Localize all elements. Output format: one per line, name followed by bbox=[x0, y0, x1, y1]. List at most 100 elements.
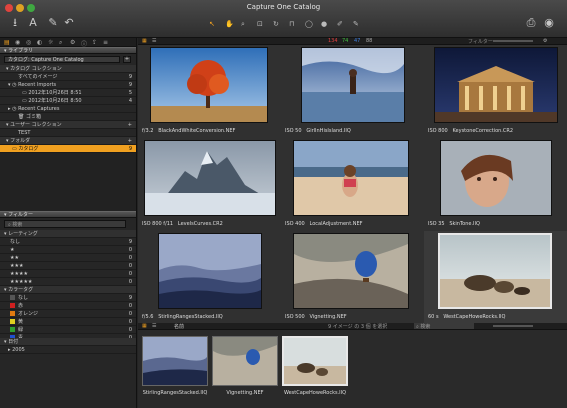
filmstrip-view-icon[interactable]: ▦ bbox=[142, 323, 147, 329]
image-cell-selected[interactable]: 60 s WestCapeHoweRocks.IIQ bbox=[424, 231, 567, 324]
clock-icon: ◷ bbox=[12, 82, 17, 88]
thumbnail-balloon[interactable] bbox=[293, 233, 409, 309]
colortag-row[interactable]: 緑0 bbox=[0, 326, 136, 334]
catalog-add-button[interactable]: + bbox=[123, 56, 131, 63]
add-collection-icon[interactable]: + bbox=[128, 121, 132, 128]
image-cell[interactable]: f/3.2 BlackAndWhiteConversion.NEF bbox=[138, 45, 281, 138]
select-tool-icon[interactable]: ↖ bbox=[209, 19, 215, 29]
undo-icon[interactable]: ↶ bbox=[62, 16, 76, 30]
thumb-size-slider[interactable] bbox=[493, 40, 533, 42]
metadata-tab-icon[interactable]: ⓘ bbox=[81, 39, 87, 48]
thumbnail-mountains[interactable] bbox=[144, 140, 276, 216]
details-tab-icon[interactable]: ⌕ bbox=[59, 39, 62, 47]
user-collection-header[interactable]: ▾ ユーザー コレクション + bbox=[0, 121, 136, 129]
mask-tool-icon[interactable]: ● bbox=[321, 19, 327, 29]
rating-header-label: レーティング bbox=[8, 231, 38, 237]
thumbnail-skin-tone[interactable] bbox=[440, 140, 552, 216]
image-cell[interactable]: ISO 800 KeystoneCorrection.CR2 bbox=[424, 45, 567, 138]
brush-icon[interactable]: ✎ bbox=[46, 16, 60, 30]
filters-header[interactable]: ▾ フィルター bbox=[0, 211, 136, 218]
text-icon[interactable]: A bbox=[26, 16, 40, 30]
rating-label: ★★ bbox=[10, 255, 19, 261]
rating-row[interactable]: ★★★ 0 bbox=[0, 262, 136, 270]
image-browser: f/3.2 BlackAndWhiteConversion.NEF ISO 50… bbox=[138, 45, 567, 324]
image-cell[interactable]: f/5.6 StirlingRangesStacked.IIQ bbox=[138, 231, 281, 324]
thumbnail-tree[interactable] bbox=[150, 47, 268, 123]
date-header[interactable]: ▾ 日付 bbox=[0, 338, 136, 346]
empty-library-space bbox=[0, 153, 136, 211]
keystone-tool-icon[interactable]: ⊓ bbox=[289, 19, 294, 29]
spot-tool-icon[interactable]: ◯ bbox=[305, 19, 313, 29]
picker-tool-icon[interactable]: ✐ bbox=[337, 19, 343, 29]
recent-imports-row[interactable]: ▾ ◷ Recent Imports 9 bbox=[0, 81, 136, 89]
exposure-tab-icon[interactable]: ☼ bbox=[48, 39, 53, 46]
thumbnail-beach-girl[interactable] bbox=[293, 140, 409, 216]
grid-view-icon[interactable]: ▦ bbox=[142, 38, 147, 44]
import-row-1[interactable]: ▭ 2012年10月26日 8:51 5 bbox=[0, 89, 136, 97]
colortag-row[interactable]: 黄0 bbox=[0, 318, 136, 326]
browser-search-input[interactable]: ⌕ 検索 bbox=[414, 323, 474, 330]
sort-select[interactable]: 名前 bbox=[174, 323, 184, 330]
rating-row[interactable]: ★★★★ 0 bbox=[0, 270, 136, 278]
camera-icon[interactable]: ◉ bbox=[542, 16, 556, 30]
lens-tab-icon[interactable]: ◎ bbox=[26, 39, 31, 46]
rating-row[interactable]: なし 9 bbox=[0, 238, 136, 246]
pan-tool-icon[interactable]: ✋ bbox=[225, 19, 234, 29]
filmstrip-thumb-selected[interactable] bbox=[282, 336, 348, 386]
rating-header[interactable]: ▾ レーティング bbox=[0, 230, 136, 238]
thumbnail-stirling-ranges[interactable] bbox=[158, 233, 262, 309]
image-cell[interactable]: ISO 500 Vignetting.NEF bbox=[281, 231, 424, 324]
color-tab-icon[interactable]: ◐ bbox=[37, 39, 42, 46]
print-icon[interactable]: ⎙ bbox=[524, 16, 538, 30]
image-cell[interactable]: ISO 50 GirlInHisIsland.IIQ bbox=[281, 45, 424, 138]
filter-search-input[interactable]: ⌕ 検索 bbox=[4, 220, 126, 228]
rating-count: 0 bbox=[128, 255, 132, 261]
rating-row[interactable]: ★★★★★ 0 bbox=[0, 278, 136, 286]
filmstrip-thumb[interactable] bbox=[212, 336, 278, 386]
batch-tab-icon[interactable]: ≡ bbox=[103, 39, 108, 46]
colortag-header[interactable]: ▾ カラータグ bbox=[0, 286, 136, 294]
catalog-collection-header[interactable]: ▾ カタログ コレクション bbox=[0, 65, 136, 73]
library-header[interactable]: ▾ ライブラリ bbox=[0, 47, 136, 54]
recent-captures-row[interactable]: ▸ ◷ Recent Captures bbox=[0, 105, 136, 113]
colortag-count: 0 bbox=[128, 327, 132, 333]
test-collection-row[interactable]: TEST bbox=[0, 129, 136, 137]
output-tab-icon[interactable]: ⇪ bbox=[92, 39, 97, 46]
image-cell[interactable]: ISO 800 f/11 LevelsCurves.CR2 bbox=[138, 138, 281, 231]
annotate-tool-icon[interactable]: ✎ bbox=[353, 19, 359, 29]
adjust-tab-icon[interactable]: ⚙ bbox=[70, 39, 75, 46]
year-row[interactable]: ▸ 2005 bbox=[0, 346, 136, 354]
folders-header[interactable]: ▾ フォルダ + bbox=[0, 137, 136, 145]
colortag-row[interactable]: 赤0 bbox=[0, 302, 136, 310]
image-cell[interactable]: ISO 35 SkinTone.IIQ bbox=[424, 138, 567, 231]
rotate-tool-icon[interactable]: ↻ bbox=[273, 19, 279, 29]
trash-row[interactable]: 🗑 ゴミ箱 bbox=[0, 113, 136, 121]
browser-settings-icon[interactable]: ⚙ bbox=[543, 38, 547, 44]
filmstrip-thumb[interactable] bbox=[142, 336, 208, 386]
catalog-folder-row[interactable]: ▭ カタログ 9 bbox=[0, 145, 136, 153]
capture-tab-icon[interactable]: ◉ bbox=[15, 39, 20, 46]
catalog-folder-label: カタログ bbox=[18, 146, 39, 152]
colortag-row[interactable]: なし 9 bbox=[0, 294, 136, 302]
rating-row[interactable]: ★ 0 bbox=[0, 246, 136, 254]
filmstrip-size-slider[interactable] bbox=[493, 325, 533, 327]
thumbnail-girl-island[interactable] bbox=[301, 47, 405, 123]
image-meta: ISO 50 bbox=[285, 128, 302, 134]
image-meta: f/3.2 bbox=[142, 128, 154, 134]
filmstrip-list-icon[interactable]: ☰ bbox=[152, 323, 156, 329]
crop-tool-icon[interactable]: ⊡ bbox=[257, 19, 263, 29]
zoom-tool-icon[interactable]: ⌕ bbox=[241, 19, 245, 29]
list-view-icon[interactable]: ☰ bbox=[152, 38, 156, 44]
thumbnail-rocks[interactable] bbox=[438, 233, 552, 309]
rating-row[interactable]: ★★ 0 bbox=[0, 254, 136, 262]
import-icon[interactable]: ⭳ bbox=[8, 16, 22, 30]
thumbnail-building[interactable] bbox=[434, 47, 558, 123]
image-cell[interactable]: ISO 400 LocalAdjustment.NEF bbox=[281, 138, 424, 231]
colortag-row[interactable]: オレンジ 0 bbox=[0, 310, 136, 318]
library-tab-icon[interactable]: ▤ bbox=[4, 39, 10, 46]
add-folder-icon[interactable]: + bbox=[128, 137, 132, 144]
colortag-count: 9 bbox=[128, 295, 132, 301]
import-row-2[interactable]: ▭ 2012年10月26日 8:50 4 bbox=[0, 97, 136, 105]
catalog-select[interactable]: カタログ: Capture One Catalog bbox=[4, 56, 120, 63]
all-images-row[interactable]: すべてのイメージ 9 bbox=[0, 73, 136, 81]
